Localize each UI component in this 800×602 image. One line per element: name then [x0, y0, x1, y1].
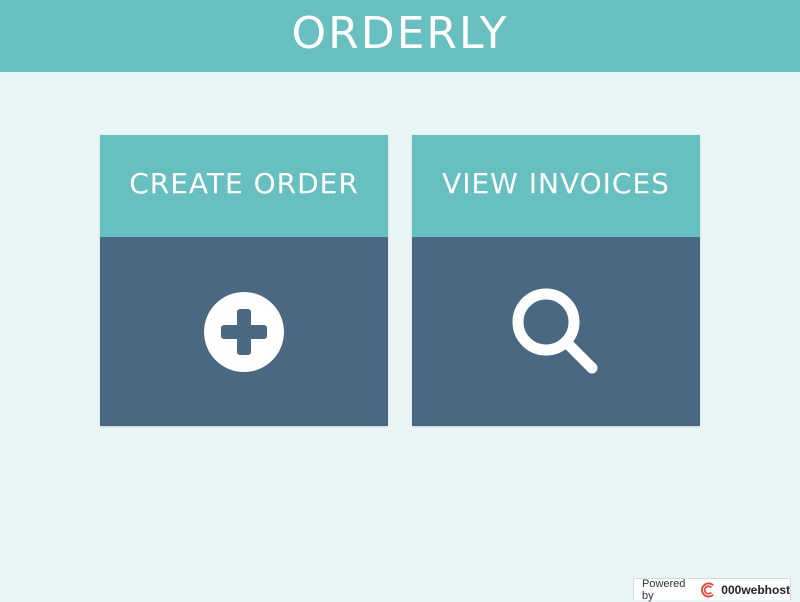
create-order-label: CREATE ORDER	[129, 167, 359, 200]
create-order-icon-area[interactable]	[100, 237, 388, 426]
view-invoices-header: VIEW INVOICES	[412, 135, 700, 237]
view-invoices-card[interactable]: VIEW INVOICES	[412, 135, 700, 426]
view-invoices-icon-area[interactable]	[412, 237, 700, 426]
webhost-logo-icon	[701, 582, 718, 598]
powered-by-badge[interactable]: Powered by 000webhost	[633, 578, 791, 600]
app-header: ORDERLY	[0, 0, 800, 72]
plus-circle-icon	[203, 291, 285, 373]
search-icon	[510, 286, 602, 378]
powered-by-label: Powered by	[642, 578, 696, 602]
view-invoices-label: VIEW INVOICES	[442, 167, 670, 200]
create-order-card[interactable]: CREATE ORDER	[100, 135, 388, 426]
powered-by-brand: 000webhost	[721, 583, 790, 597]
create-order-header: CREATE ORDER	[100, 135, 388, 237]
app-title: ORDERLY	[291, 8, 508, 59]
